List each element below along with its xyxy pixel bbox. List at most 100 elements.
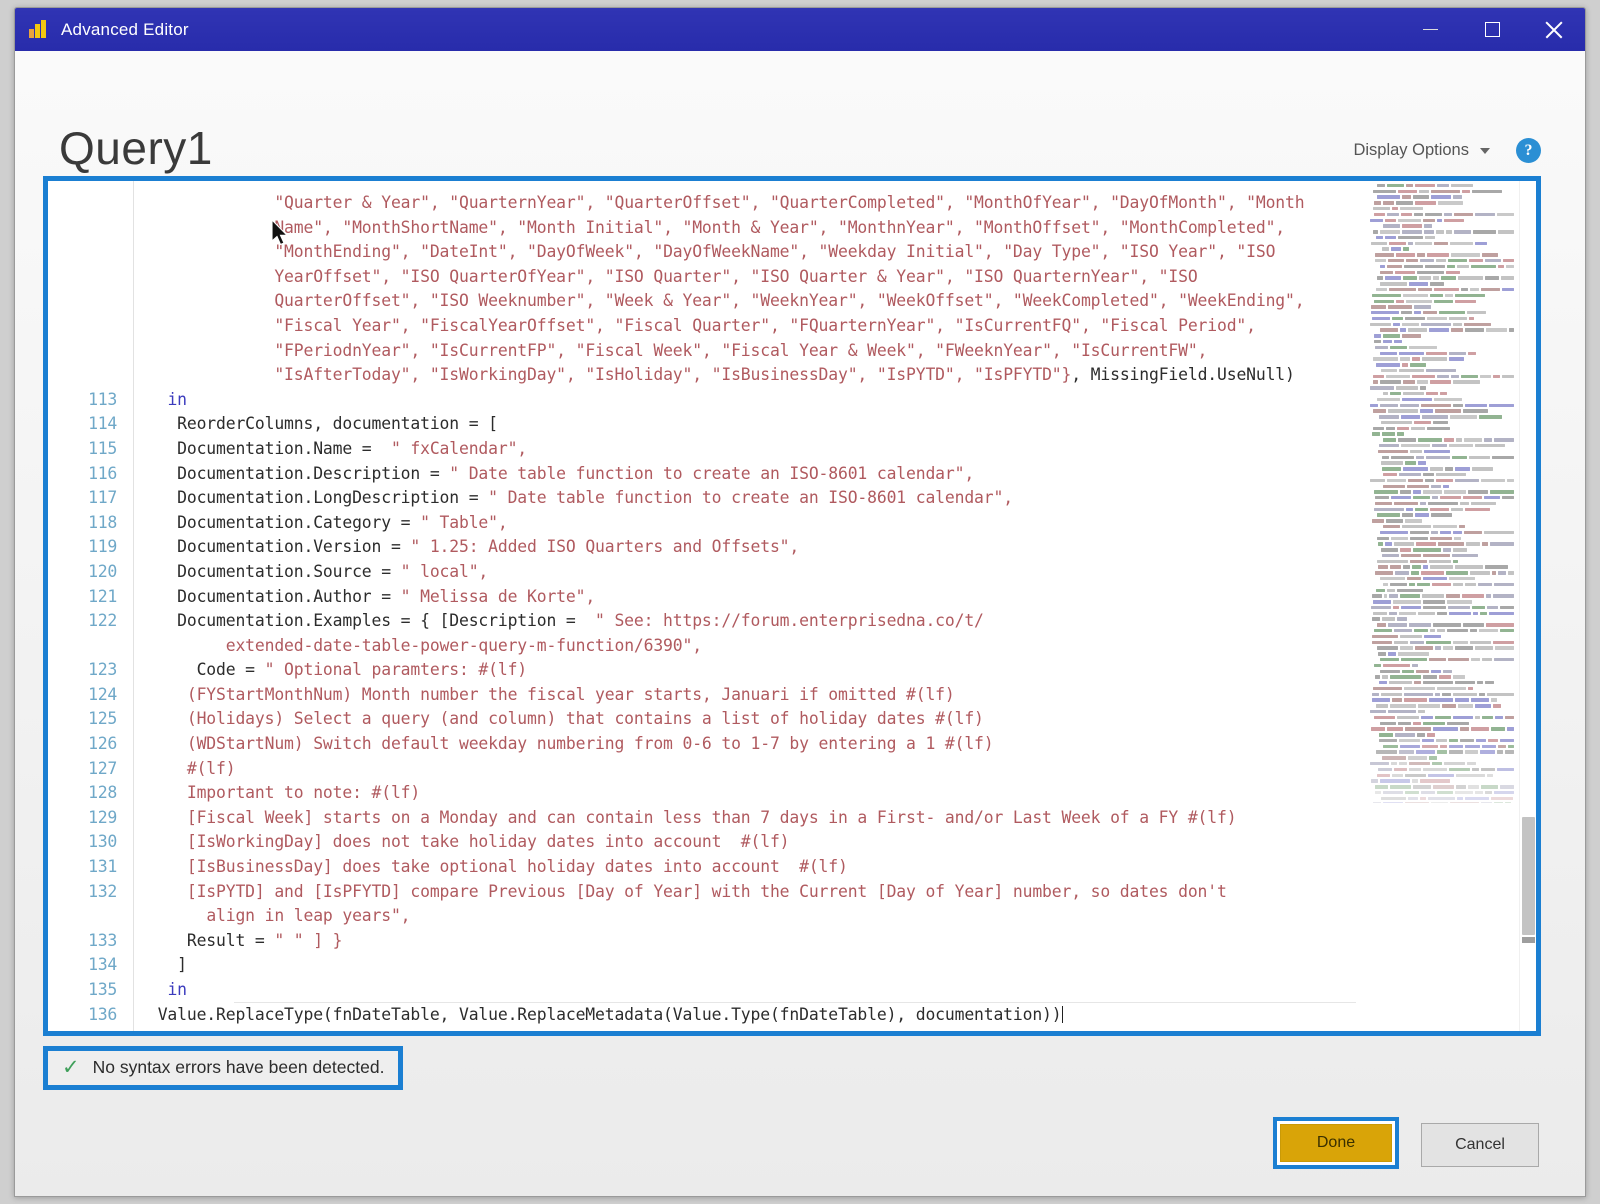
- code-line[interactable]: Documentation.Category = " Table",: [148, 511, 1536, 536]
- screen: Advanced Editor Query1 Display Options ?…: [0, 0, 1600, 1204]
- header-row: Query1 Display Options ?: [15, 51, 1585, 171]
- line-number: 129: [88, 807, 117, 827]
- advanced-editor-window: Advanced Editor Query1 Display Options ?…: [14, 7, 1586, 1197]
- line-number: 118: [88, 512, 117, 532]
- code-line[interactable]: (WDStartNum) Switch default weekday numb…: [148, 732, 1536, 757]
- code-line[interactable]: "Quarter & Year", "QuarternYear", "Quart…: [148, 191, 1536, 216]
- minimap-token: [1377, 183, 1385, 188]
- code-line[interactable]: Documentation.Description = " Date table…: [148, 462, 1536, 487]
- display-options-dropdown[interactable]: Display Options: [1353, 141, 1490, 160]
- line-number-blank: .: [48, 265, 133, 290]
- minimap-token: [1387, 183, 1404, 188]
- line-number-blank: .: [48, 634, 133, 659]
- code-line[interactable]: Important to note: #(lf): [148, 781, 1536, 806]
- code-line[interactable]: in: [148, 388, 1536, 413]
- code-line[interactable]: "IsAfterToday", "IsWorkingDay", "IsHolid…: [148, 363, 1536, 388]
- code-line[interactable]: "MonthEnding", "DateInt", "DayOfWeek", "…: [148, 240, 1536, 265]
- footer-actions: Done Cancel: [15, 1090, 1585, 1196]
- done-button[interactable]: Done: [1280, 1124, 1392, 1162]
- code-line[interactable]: (Holidays) Select a query (and column) t…: [148, 707, 1536, 732]
- line-number: 134: [88, 955, 117, 975]
- code-line[interactable]: in: [148, 978, 1536, 1003]
- code-editor[interactable]: ........113114115116117118119120121122.1…: [48, 181, 1536, 1031]
- text-caret: [1061, 1005, 1063, 1023]
- code-line[interactable]: "FPeriodnYear", "IsCurrentFP", "Fiscal W…: [148, 339, 1536, 364]
- code-line[interactable]: Value.ReplaceType(fnDateTable, Value.Rep…: [148, 1003, 1536, 1028]
- line-number: 130: [88, 832, 117, 852]
- line-number: 115: [88, 438, 117, 458]
- code-text-area[interactable]: "Quarter & Year", "QuarternYear", "Quart…: [134, 181, 1536, 1031]
- line-number: 125: [88, 709, 117, 729]
- code-line[interactable]: ]: [148, 953, 1536, 978]
- maximize-button[interactable]: [1461, 8, 1523, 51]
- close-button[interactable]: [1523, 8, 1585, 51]
- window-controls: [1399, 8, 1585, 51]
- line-number: 126: [88, 734, 117, 754]
- code-line[interactable]: Documentation.Version = " 1.25: Added IS…: [148, 535, 1536, 560]
- status-annotation: ✓ No syntax errors have been detected.: [43, 1046, 404, 1090]
- cancel-button[interactable]: Cancel: [1421, 1123, 1539, 1167]
- line-number: 135: [88, 980, 117, 999]
- line-number: 117: [88, 488, 117, 508]
- line-number-blank: .: [48, 363, 133, 388]
- editor-scrollbar[interactable]: [1519, 181, 1536, 1031]
- code-line[interactable]: Documentation.Name = " fxCalendar",: [148, 437, 1536, 462]
- code-line[interactable]: [IsWorkingDay] does not take holiday dat…: [148, 830, 1536, 855]
- code-line[interactable]: ReorderColumns, documentation = [: [148, 412, 1536, 437]
- display-options-label: Display Options: [1353, 141, 1469, 159]
- help-icon[interactable]: ?: [1516, 138, 1541, 163]
- check-icon: ✓: [62, 1055, 80, 1079]
- line-number: 114: [88, 414, 117, 434]
- code-line[interactable]: #(lf): [148, 757, 1536, 782]
- window-title: Advanced Editor: [61, 19, 189, 39]
- line-number-blank: .: [48, 191, 133, 216]
- line-number: 113: [88, 389, 117, 409]
- header-actions: Display Options ?: [1353, 138, 1541, 171]
- done-annotation: Done: [1273, 1117, 1399, 1169]
- code-line[interactable]: YearOffset", "ISO QuarterOfYear", "ISO Q…: [148, 265, 1536, 290]
- line-number: 132: [88, 881, 117, 901]
- line-number: 124: [88, 684, 117, 704]
- line-number: 120: [88, 561, 117, 581]
- minimap-token: [1405, 183, 1413, 188]
- code-line[interactable]: Documentation.Examples = { [Description …: [148, 609, 1536, 634]
- line-number-gutter: ........113114115116117118119120121122.1…: [48, 181, 134, 1031]
- line-number: 123: [88, 660, 117, 680]
- code-line[interactable]: Documentation.Source = " local",: [148, 560, 1536, 585]
- code-line[interactable]: (FYStartMonthNum) Month number the fisca…: [148, 683, 1536, 708]
- line-number: 131: [88, 857, 117, 877]
- line-number: 133: [88, 930, 117, 950]
- line-number-blank: .: [48, 240, 133, 265]
- scrollbar-marker: [1522, 937, 1535, 943]
- code-line[interactable]: [IsBusinessDay] does take optional holid…: [148, 855, 1536, 880]
- code-line[interactable]: "Fiscal Year", "FiscalYearOffset", "Fisc…: [148, 314, 1536, 339]
- code-line[interactable]: Documentation.Author = " Melissa de Kort…: [148, 585, 1536, 610]
- page-title: Query1: [59, 122, 213, 174]
- line-number: 119: [88, 537, 117, 557]
- maximize-icon: [1484, 22, 1500, 37]
- chevron-down-icon: [1480, 147, 1490, 154]
- code-line[interactable]: [Fiscal Week] starts on a Monday and can…: [148, 806, 1536, 831]
- code-line[interactable]: Code = " Optional paramters: #(lf): [148, 658, 1536, 683]
- code-line[interactable]: Documentation.LongDescription = " Date t…: [148, 486, 1536, 511]
- current-line-underline: [234, 1002, 1356, 1003]
- code-line[interactable]: Result = " " ] }: [148, 929, 1536, 954]
- code-line[interactable]: QuarterOffset", "ISO Weeknumber", "Week …: [148, 289, 1536, 314]
- line-number: 122: [88, 611, 117, 631]
- line-number-blank: .: [48, 904, 133, 929]
- window-body: Query1 Display Options ? ........1131141…: [15, 51, 1585, 1196]
- code-line[interactable]: [IsPYTD] and [IsPFYTD] compare Previous …: [148, 880, 1536, 905]
- code-editor-annotation: ........113114115116117118119120121122.1…: [43, 176, 1541, 1036]
- code-line[interactable]: Name", "MonthShortName", "Month Initial"…: [148, 216, 1536, 241]
- minimize-button[interactable]: [1399, 8, 1461, 51]
- line-number: 136: [88, 1004, 117, 1024]
- scrollbar-thumb[interactable]: [1522, 817, 1535, 935]
- minimap-token: [1436, 183, 1450, 188]
- minimap-token: [1451, 183, 1474, 188]
- line-number: 128: [88, 783, 117, 803]
- minimap-token: [1414, 183, 1435, 188]
- code-line[interactable]: align in leap years",: [148, 904, 1536, 929]
- status-message: No syntax errors have been detected.: [92, 1057, 385, 1077]
- line-number-blank: .: [48, 216, 133, 241]
- code-line[interactable]: extended-date-table-power-query-m-functi…: [148, 634, 1536, 659]
